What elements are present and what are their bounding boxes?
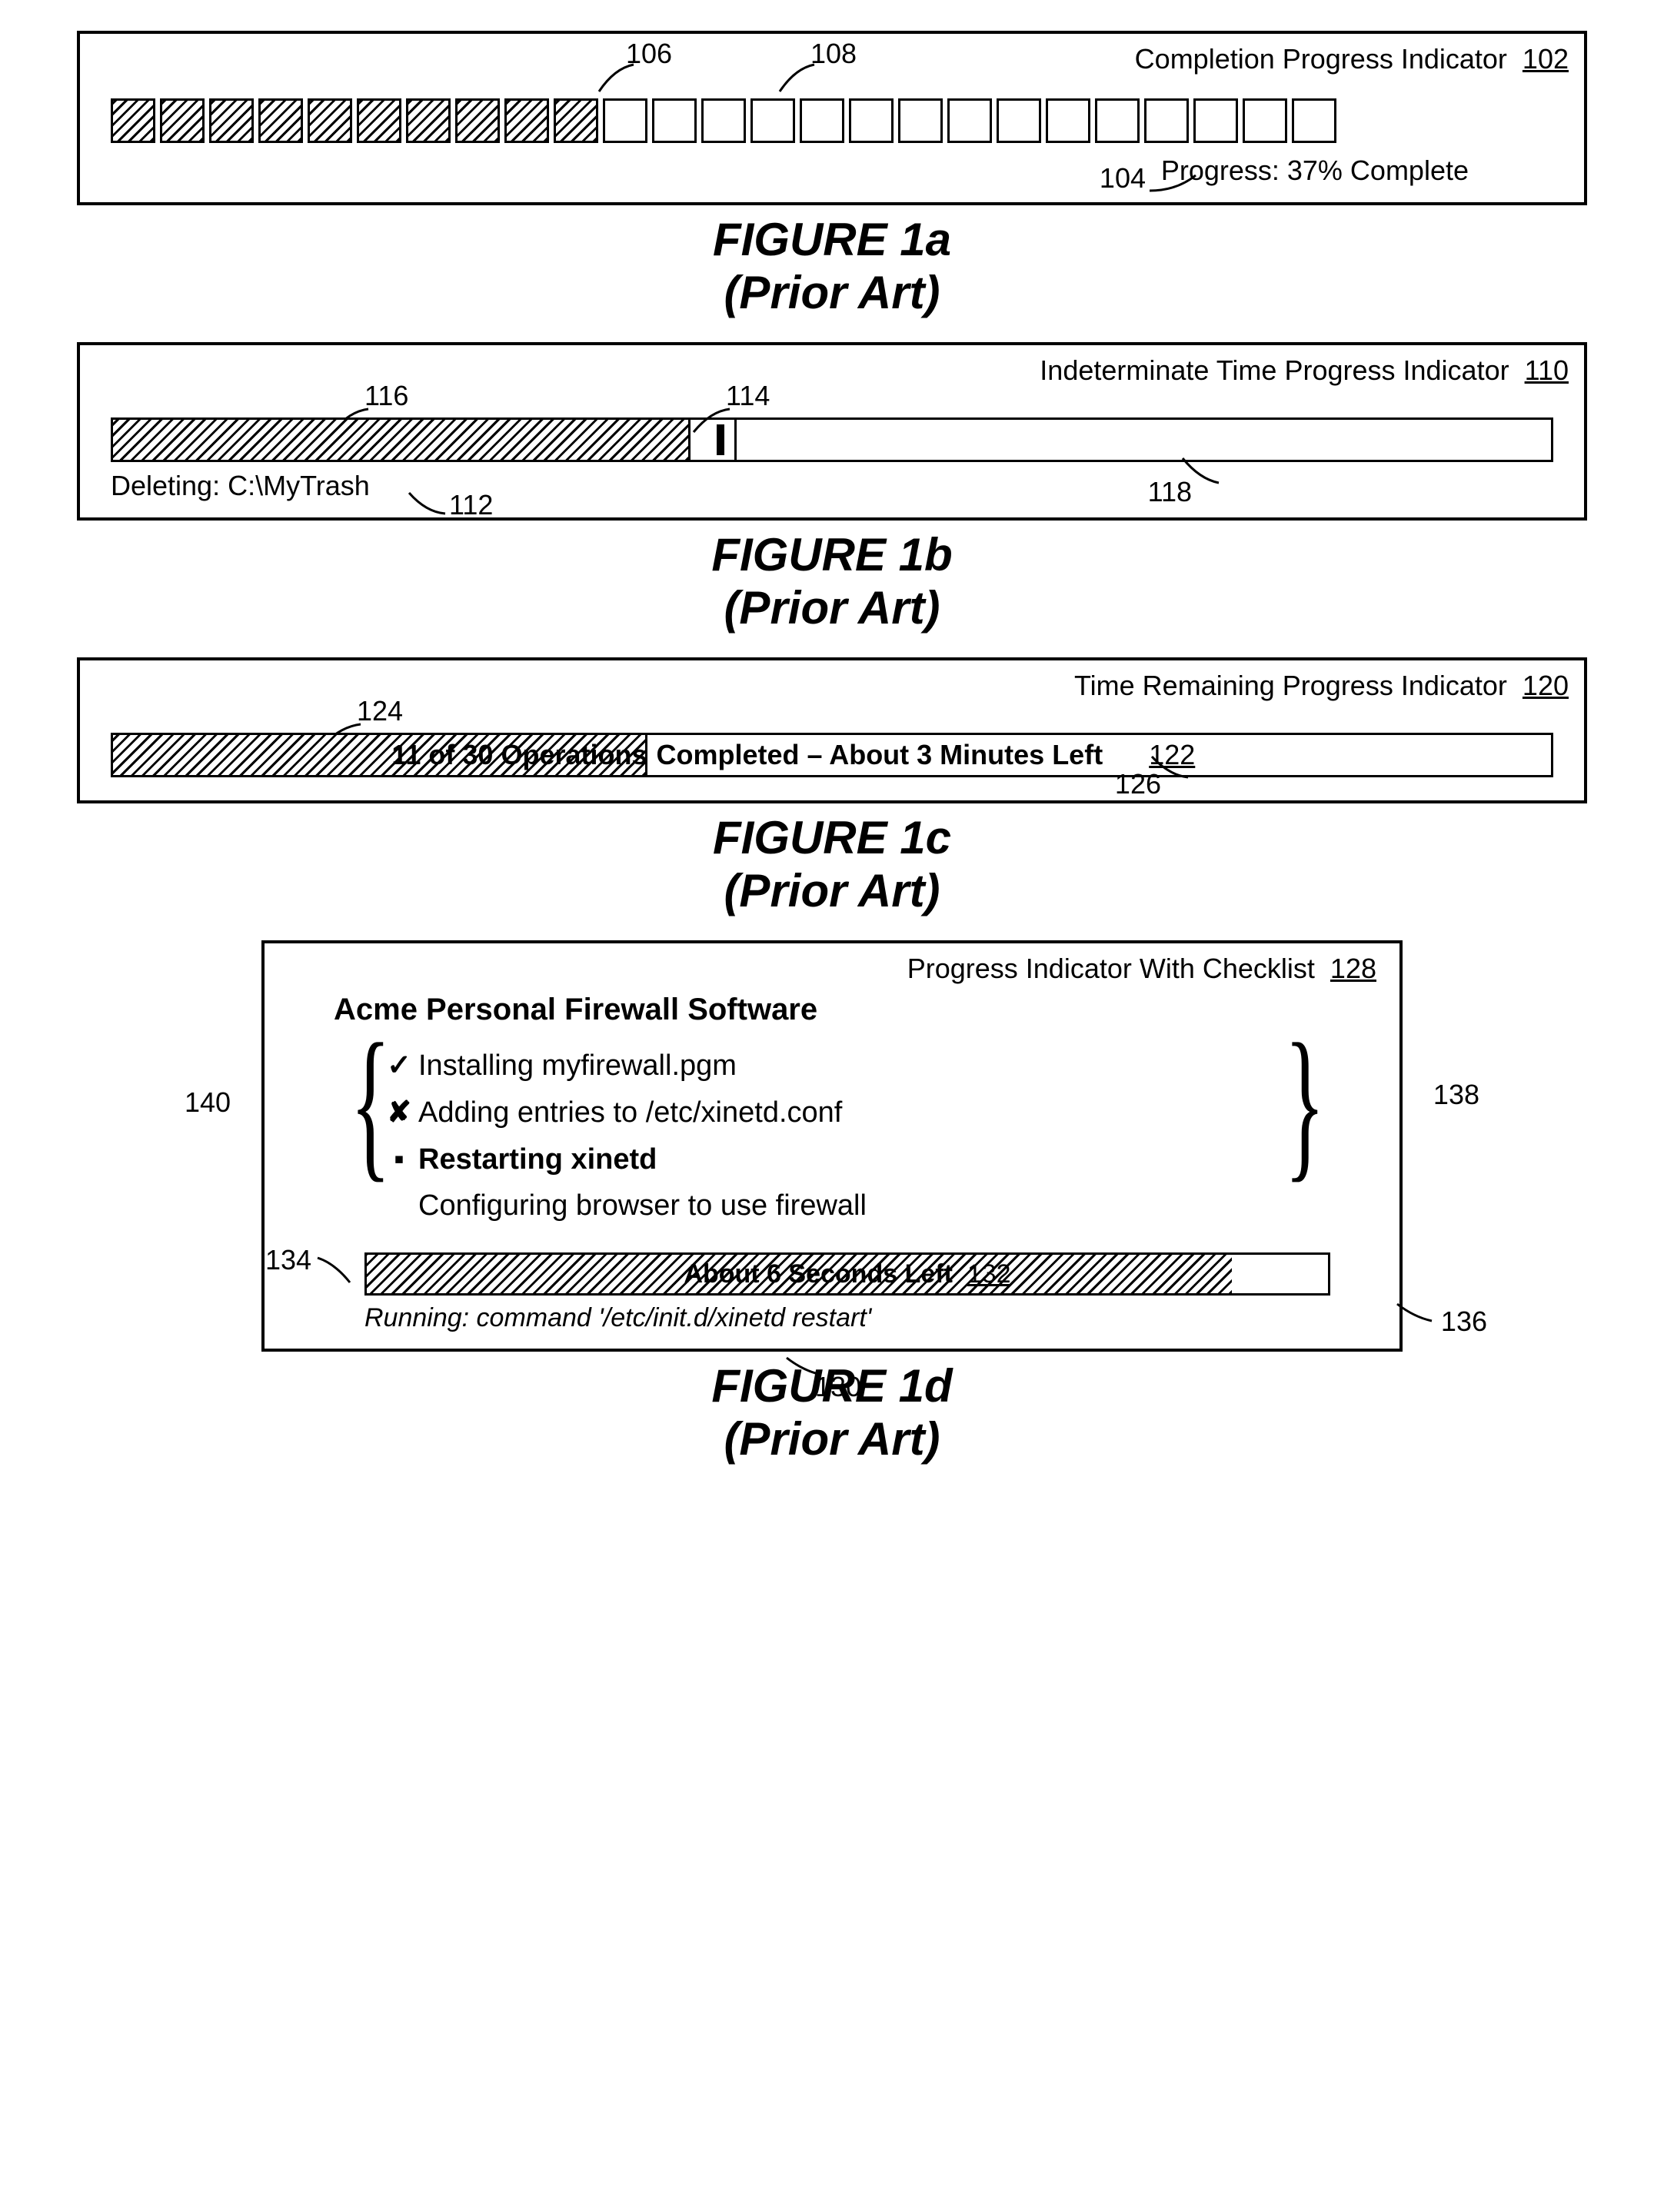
progress-segment-filled (455, 98, 500, 143)
fig1c-title: Time Remaining Progress Indicator 120 (95, 670, 1569, 702)
fig1c-title-ref: 120 (1523, 670, 1569, 701)
progress-segment-filled (554, 98, 598, 143)
checklist-item: ✓Installing myfirewall.pgm (380, 1043, 1376, 1089)
progress-segment-empty (1144, 98, 1189, 143)
fig1d-title-ref: 128 (1330, 953, 1376, 984)
figure-1a-box: Completion Progress Indicator 102 106 10… (77, 31, 1587, 205)
progress-segment-filled (504, 98, 549, 143)
ref-140: 140 (185, 1086, 231, 1119)
progress-fill (113, 420, 691, 460)
progress-segment-filled (258, 98, 303, 143)
ref-134: 134 (265, 1244, 311, 1276)
progress-segment-empty (898, 98, 943, 143)
status-text: Deleting: C:\MyTrash (111, 470, 1569, 502)
fig1b-caption: FIGURE 1b(Prior Art) (77, 528, 1587, 634)
progress-segment-empty (603, 98, 647, 143)
fig1b-title: Indeterminate Time Progress Indicator 11… (95, 354, 1569, 387)
progress-bar-time-remaining: 11 of 30 Operations Completed – About 3 … (111, 733, 1553, 777)
progress-segment-filled (111, 98, 155, 143)
checklist-item: ▪Restarting xinetd (380, 1136, 1376, 1183)
progress-segment-filled (209, 98, 254, 143)
status-text: Running: command '/etc/init.d/xinetd res… (364, 1303, 1376, 1333)
fig1b-title-text: Indeterminate Time Progress Indicator (1040, 354, 1509, 386)
checklist-item: Configuring browser to use firewall (380, 1183, 1376, 1229)
progress-segment-empty (997, 98, 1041, 143)
progress-segment-empty (1243, 98, 1287, 143)
progress-text: Progress: 37% Complete (1161, 155, 1469, 186)
progress-bar: About 6 Seconds Left 132 (364, 1252, 1330, 1296)
left-brace-icon: { (350, 1035, 391, 1170)
fig1a-caption: FIGURE 1a(Prior Art) (77, 213, 1587, 319)
progress-segment-empty (1292, 98, 1336, 143)
fig1a-title-ref: 102 (1523, 43, 1569, 75)
progress-segment-empty (1095, 98, 1140, 143)
progress-segment-filled (406, 98, 451, 143)
progress-segment-filled (357, 98, 401, 143)
progress-segment-empty (947, 98, 992, 143)
figure-1c-box: Time Remaining Progress Indicator 120 12… (77, 657, 1587, 803)
progress-segment-filled (308, 98, 352, 143)
bar-right-text: Completed – About 3 Minutes Left (657, 739, 1103, 770)
progress-segment-empty (1046, 98, 1090, 143)
fig1c-caption: FIGURE 1c(Prior Art) (77, 811, 1587, 917)
progress-segment-empty (701, 98, 746, 143)
progress-bar-indeterminate (111, 417, 1553, 462)
checklist-item-text: Adding entries to /etc/xinetd.conf (418, 1089, 842, 1136)
figure-1d-box: Progress Indicator With Checklist 128 Ac… (261, 940, 1403, 1352)
right-brace-icon: } (1285, 1035, 1326, 1170)
progress-segment-empty (750, 98, 795, 143)
fig1d-title: Progress Indicator With Checklist 128 (288, 953, 1376, 985)
figure-1b-box: Indeterminate Time Progress Indicator 11… (77, 342, 1587, 521)
ref-138: 138 (1433, 1079, 1479, 1111)
fig1c-title-text: Time Remaining Progress Indicator (1074, 670, 1507, 701)
progress-segment-empty (800, 98, 844, 143)
progress-bar-segmented (111, 98, 1553, 143)
fig1b-title-ref: 110 (1525, 354, 1569, 386)
progress-segment-empty (849, 98, 894, 143)
checklist-item-text: Installing myfirewall.pgm (418, 1043, 737, 1089)
checklist-item-text: Configuring browser to use firewall (418, 1183, 867, 1229)
ref-136: 136 (1441, 1306, 1487, 1338)
ref-104: 104 (1100, 162, 1146, 195)
bar-left-text: 11 of 30 Operations (121, 739, 652, 771)
checklist-item: ✘Adding entries to /etc/xinetd.conf (380, 1089, 1376, 1136)
software-name: Acme Personal Firewall Software (334, 993, 1376, 1027)
bar-ref: 132 (967, 1259, 1011, 1289)
checklist-item-text: Restarting xinetd (418, 1136, 657, 1183)
checklist: ✓Installing myfirewall.pgm✘Adding entrie… (380, 1043, 1376, 1229)
progress-segment-empty (652, 98, 697, 143)
progress-segment-empty (1193, 98, 1238, 143)
fig1a-title-text: Completion Progress Indicator (1135, 43, 1507, 75)
progress-segment-filled (160, 98, 205, 143)
bar-text: About 6 Seconds Left (684, 1259, 952, 1289)
fig1d-title-text: Progress Indicator With Checklist (907, 953, 1315, 984)
ref-112: 112 (449, 489, 493, 521)
